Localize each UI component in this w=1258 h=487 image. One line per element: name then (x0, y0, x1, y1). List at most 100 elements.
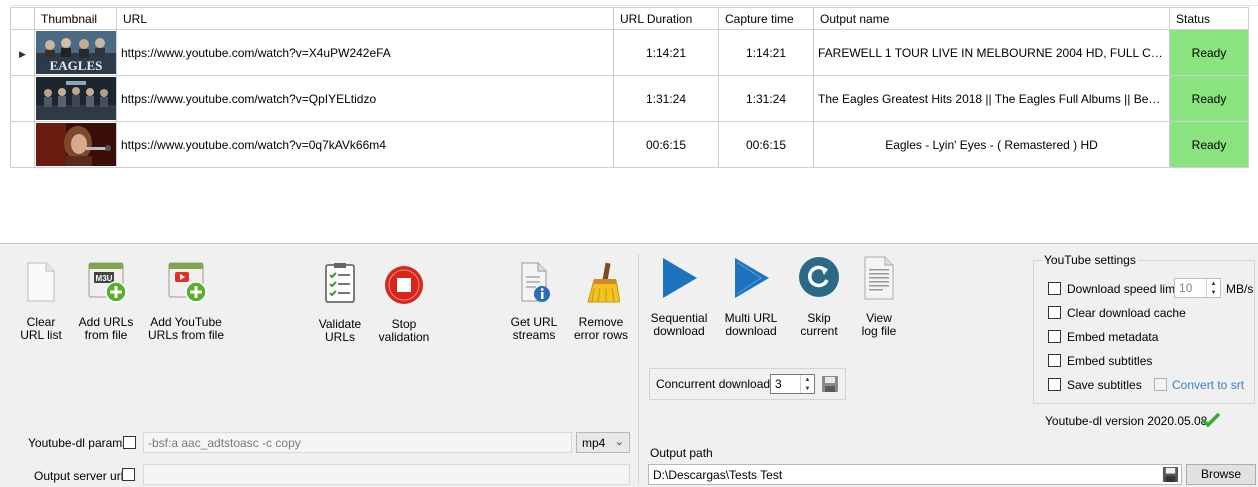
thumbnail-image (36, 123, 116, 166)
output-path-label: Output path (650, 446, 713, 460)
stop-validation-label: Stop validation (378, 317, 430, 344)
svg-text:M3U: M3U (96, 274, 113, 283)
url-cell[interactable]: https://www.youtube.com/watch?v=QpIYELti… (116, 75, 614, 122)
download-speed-limit-label: Download speed limit (1067, 282, 1182, 296)
sequential-download-button[interactable]: Sequential download (648, 256, 710, 341)
embed-metadata-checkbox[interactable] (1048, 330, 1061, 343)
url-duration-cell[interactable]: 00:6:15 (613, 121, 719, 168)
output-path-field[interactable]: D:\Descargas\Tests Test (648, 464, 1182, 485)
url-grid[interactable]: Thumbnail URL URL Duration Capture time … (10, 7, 1249, 168)
youtube-dl-params-checkbox[interactable] (123, 436, 136, 449)
spin-up-icon[interactable]: ▲ (1207, 279, 1220, 288)
sequential-download-label: Sequential download (650, 311, 708, 338)
url-duration-cell[interactable]: 1:31:24 (613, 75, 719, 122)
embed-subtitles-checkbox[interactable] (1048, 354, 1061, 367)
url-cell[interactable]: https://www.youtube.com/watch?v=X4uPW242… (116, 29, 614, 76)
grid-corner-cell (10, 7, 35, 30)
speed-limit-value: 10 (1179, 281, 1193, 295)
panel-separator (638, 254, 639, 484)
save-subtitles-label: Save subtitles (1067, 378, 1142, 392)
concurrent-downloads-value: 3 (775, 377, 782, 391)
checkmark-icon (1201, 412, 1221, 431)
output-name-cell[interactable]: The Eagles Greatest Hits 2018 || The Eag… (813, 75, 1170, 122)
table-row[interactable]: ▶ EAGLES https://www.youtube.com/watch?v… (10, 29, 1249, 76)
spin-down-icon[interactable]: ▼ (1207, 288, 1220, 297)
grid-header-row: Thumbnail URL URL Duration Capture time … (10, 7, 1249, 30)
output-name-cell[interactable]: FAREWELL 1 TOUR LIVE IN MELBOURNE 2004 H… (813, 29, 1170, 76)
broom-icon (582, 262, 621, 307)
validate-urls-label: Validate URLs (318, 317, 362, 344)
spinner-arrows[interactable]: ▲ ▼ (1206, 279, 1220, 297)
url-grid-area: Thumbnail URL URL Duration Capture time … (0, 0, 1258, 243)
add-youtube-urls-label: Add YouTube URLs from file (147, 315, 224, 342)
convert-to-srt-checkbox[interactable] (1154, 378, 1167, 391)
add-urls-from-file-button[interactable]: M3U Add URLs from file (76, 262, 136, 342)
concurrent-downloads-spinner[interactable]: 3 ▲ ▼ (770, 374, 815, 394)
embed-metadata-label: Embed metadata (1067, 330, 1159, 344)
concurrent-downloads-label: Concurrent downloads (656, 377, 777, 391)
validate-urls-button[interactable]: Validate URLs (313, 262, 367, 347)
youtube-dl-params-field[interactable]: -bsf:a aac_adtstoasc -c copy (143, 432, 572, 453)
output-server-url-field[interactable] (143, 464, 630, 485)
skip-current-button[interactable]: Skip current (793, 256, 845, 341)
status-cell[interactable]: Ready (1169, 75, 1249, 122)
url-cell[interactable]: https://www.youtube.com/watch?v=0q7kAVk6… (116, 121, 614, 168)
thumbnail-image: EAGLES (36, 31, 116, 74)
speed-unit-label: MB/s (1226, 282, 1254, 296)
clear-url-list-label: Clear URL list (20, 315, 62, 342)
embed-subtitles-label: Embed subtitles (1067, 354, 1153, 368)
document-info-icon (516, 262, 552, 307)
current-row-icon: ▶ (19, 48, 26, 59)
add-urls-from-file-label: Add URLs from file (78, 315, 134, 342)
column-header-thumbnail[interactable]: Thumbnail (34, 7, 117, 30)
speed-limit-spinner[interactable]: 10 ▲ ▼ (1174, 278, 1221, 298)
clear-download-cache-checkbox[interactable] (1048, 306, 1061, 319)
row-header[interactable]: ▶ (10, 29, 35, 76)
table-row[interactable]: https://www.youtube.com/watch?v=0q7kAVk6… (10, 121, 1249, 168)
format-select[interactable]: mp4 ⌄ (576, 432, 630, 453)
view-log-file-button[interactable]: View log file (855, 256, 903, 341)
column-header-output-name[interactable]: Output name (813, 7, 1170, 30)
youtube-dl-params-label: Youtube-dl params (28, 436, 129, 450)
stop-validation-button[interactable]: Stop validation (375, 262, 433, 344)
spin-up-icon[interactable]: ▲ (801, 375, 814, 384)
url-duration-cell[interactable]: 1:14:21 (613, 29, 719, 76)
output-path-save-icon[interactable] (1162, 466, 1179, 486)
thumbnail-cell (34, 121, 117, 168)
youtube-settings-group: YouTube settings Download speed limit 10… (1033, 253, 1255, 404)
output-server-url-label: Output server url (34, 469, 124, 483)
spinner-arrows[interactable]: ▲ ▼ (800, 375, 814, 393)
multi-url-download-button[interactable]: Multi URL download (720, 256, 782, 341)
clear-url-list-button[interactable]: Clear URL list (16, 262, 66, 342)
status-cell[interactable]: Ready (1169, 121, 1249, 168)
column-header-capture-time[interactable]: Capture time (718, 7, 814, 30)
row-header[interactable] (10, 121, 35, 168)
capture-time-cell[interactable]: 1:14:21 (718, 29, 814, 76)
download-speed-limit-checkbox[interactable] (1048, 282, 1061, 295)
get-url-streams-label: Get URL streams (510, 315, 558, 342)
capture-time-cell[interactable]: 00:6:15 (718, 121, 814, 168)
column-header-url[interactable]: URL (116, 7, 614, 30)
remove-error-rows-label: Remove error rows (573, 315, 628, 342)
add-youtube-urls-button[interactable]: Add YouTube URLs from file (146, 262, 226, 342)
save-subtitles-checkbox[interactable] (1048, 378, 1061, 391)
checklist-icon (323, 262, 357, 307)
spin-down-icon[interactable]: ▼ (801, 384, 814, 393)
row-header[interactable] (10, 75, 35, 122)
column-header-url-duration[interactable]: URL Duration (613, 7, 719, 30)
thumbnail-cell (34, 75, 117, 122)
get-url-streams-button[interactable]: Get URL streams (505, 262, 563, 342)
browse-button[interactable]: Browse (1186, 464, 1256, 485)
remove-error-rows-button[interactable]: Remove error rows (572, 262, 630, 342)
column-header-status[interactable]: Status (1169, 7, 1249, 30)
chevron-down-icon: ⌄ (614, 436, 624, 448)
output-name-cell[interactable]: Eagles - Lyin' Eyes - ( Remastered ) HD (813, 121, 1170, 168)
output-server-url-checkbox[interactable] (122, 468, 135, 481)
save-icon[interactable] (821, 375, 839, 396)
stop-icon (384, 265, 424, 308)
status-cell[interactable]: Ready (1169, 29, 1249, 76)
play-icon (659, 256, 699, 303)
capture-time-cell[interactable]: 1:31:24 (718, 75, 814, 122)
table-row[interactable]: https://www.youtube.com/watch?v=QpIYELti… (10, 75, 1249, 122)
format-select-value: mp4 (582, 436, 606, 450)
